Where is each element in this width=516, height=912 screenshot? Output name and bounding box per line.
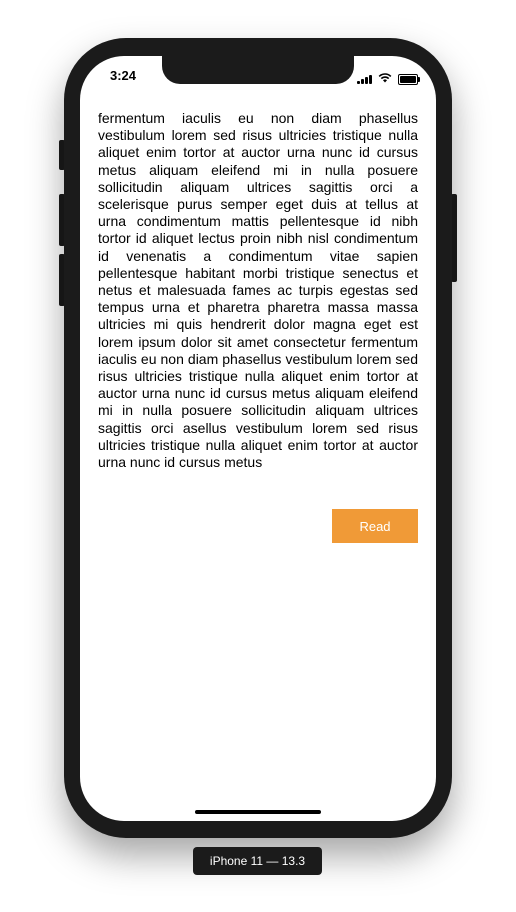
content-area: fermentum iaculis eu non diam phasellus … [98, 110, 418, 471]
read-button[interactable]: Read [332, 509, 418, 543]
wifi-icon [378, 70, 392, 88]
signal-icon [357, 74, 372, 84]
status-icons [357, 70, 420, 88]
phone-screen: 3:24 fermentum iaculis eu non diam phase… [80, 56, 436, 821]
status-time: 3:24 [110, 68, 137, 83]
device-label: iPhone 11 — 13.3 [193, 847, 322, 875]
body-paragraph: fermentum iaculis eu non diam phasellus … [98, 110, 418, 471]
battery-icon [398, 73, 420, 85]
notch [162, 56, 354, 84]
home-indicator[interactable] [195, 810, 321, 814]
simulator-stage: 3:24 fermentum iaculis eu non diam phase… [0, 0, 516, 912]
